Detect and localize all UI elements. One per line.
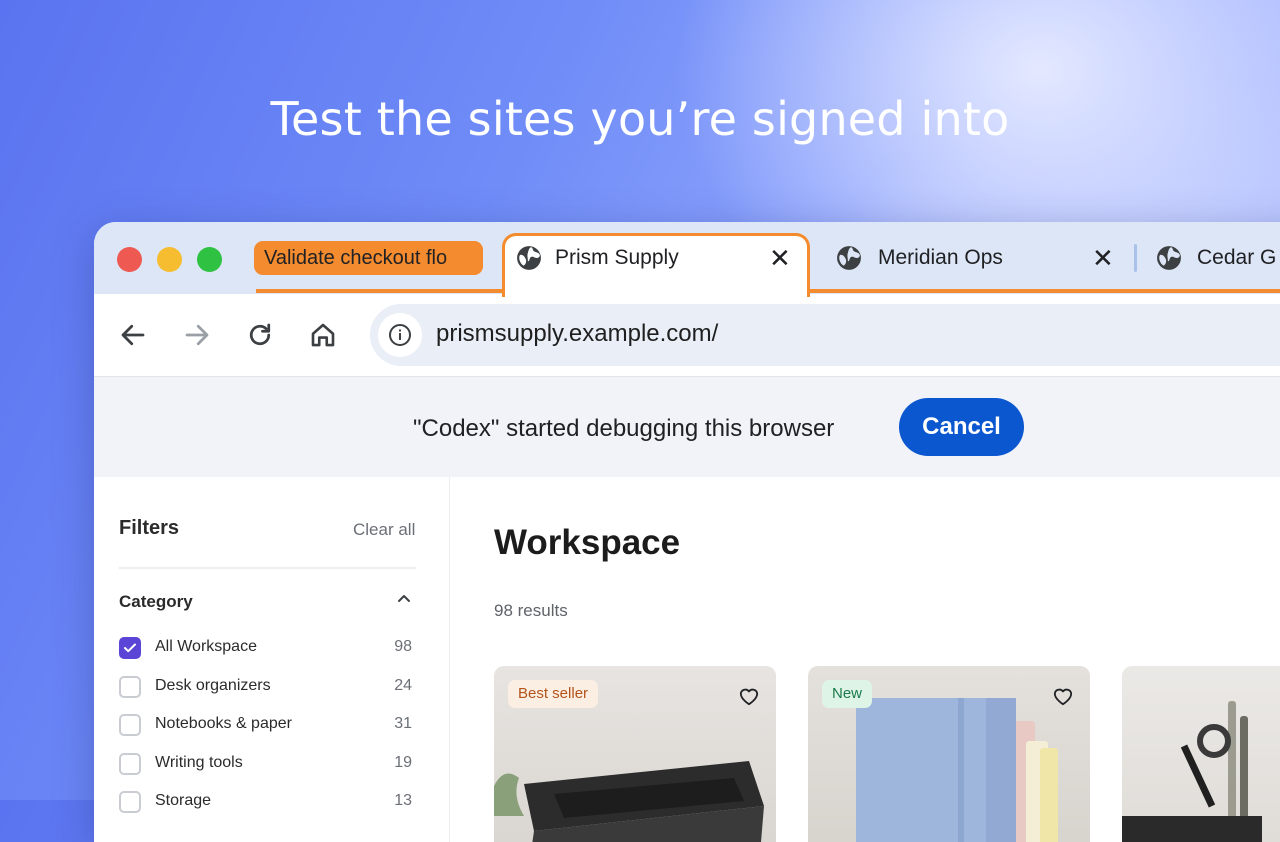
globe-icon bbox=[517, 246, 541, 270]
tab-title: Cedar G bbox=[1197, 246, 1277, 269]
category-title: Category bbox=[119, 592, 193, 611]
home-icon[interactable] bbox=[308, 320, 338, 350]
filter-label: All Workspace bbox=[155, 638, 257, 655]
checkbox[interactable] bbox=[119, 714, 141, 736]
filters-title: Filters bbox=[119, 517, 180, 539]
back-arrow-icon[interactable] bbox=[118, 320, 148, 350]
filter-count: 98 bbox=[394, 638, 412, 655]
filter-count: 24 bbox=[394, 677, 412, 694]
tab-strip: Validate checkout flo Prism Supply ✕ Mer… bbox=[94, 222, 1280, 297]
page-title: Workspace bbox=[494, 523, 681, 562]
filter-option[interactable]: Notebooks & paper 31 bbox=[119, 714, 416, 740]
info-icon bbox=[389, 324, 411, 346]
toolbar: prismsupply.example.com/ bbox=[94, 294, 1280, 376]
heart-icon[interactable] bbox=[1052, 686, 1074, 706]
debugging-infobar: "Codex" started debugging this browser C… bbox=[94, 376, 1280, 478]
filter-label: Writing tools bbox=[155, 754, 243, 771]
filter-count: 19 bbox=[394, 754, 412, 771]
product-listing: Workspace 98 results Best seller New bbox=[450, 477, 1280, 842]
chevron-up-icon[interactable] bbox=[394, 589, 414, 609]
filter-option[interactable]: Desk organizers 24 bbox=[119, 676, 416, 702]
product-card[interactable] bbox=[1122, 666, 1280, 842]
checkbox[interactable] bbox=[119, 676, 141, 698]
checkbox[interactable] bbox=[119, 791, 141, 813]
globe-icon bbox=[837, 246, 861, 270]
filter-option[interactable]: All Workspace 98 bbox=[119, 637, 416, 663]
filter-label: Desk organizers bbox=[155, 677, 271, 694]
cancel-button[interactable]: Cancel bbox=[899, 398, 1024, 456]
tab-close-button[interactable]: ✕ bbox=[1092, 244, 1114, 272]
minimize-window-button[interactable] bbox=[157, 247, 182, 272]
product-card[interactable]: New bbox=[808, 666, 1090, 842]
forward-arrow-icon[interactable] bbox=[182, 320, 212, 350]
tab-title: Meridian Ops bbox=[878, 246, 1003, 269]
product-card[interactable]: Best seller bbox=[494, 666, 776, 842]
tab-cedar[interactable]: Cedar G bbox=[1140, 233, 1280, 291]
globe-icon bbox=[1157, 246, 1181, 270]
filter-label: Notebooks & paper bbox=[155, 715, 292, 732]
maximize-window-button[interactable] bbox=[197, 247, 222, 272]
checkbox[interactable] bbox=[119, 753, 141, 775]
checkmark-icon bbox=[124, 643, 136, 653]
tab-separator bbox=[1134, 244, 1137, 272]
tab-close-button[interactable]: ✕ bbox=[769, 244, 791, 272]
new-badge: New bbox=[822, 680, 873, 708]
infobar-message: "Codex" started debugging this browser bbox=[413, 415, 835, 442]
filter-option[interactable]: Writing tools 19 bbox=[119, 753, 416, 779]
best-seller-badge: Best seller bbox=[508, 680, 599, 708]
reload-icon[interactable] bbox=[245, 320, 275, 350]
heart-icon[interactable] bbox=[738, 686, 760, 706]
headline: Test the sites you’re signed into bbox=[270, 92, 1010, 146]
url-text[interactable]: prismsupply.example.com/ bbox=[436, 320, 718, 348]
divider bbox=[119, 567, 416, 569]
filter-count: 31 bbox=[394, 715, 412, 732]
close-window-button[interactable] bbox=[117, 247, 142, 272]
filter-count: 13 bbox=[394, 792, 412, 809]
browser-window: Validate checkout flo Prism Supply ✕ Mer… bbox=[94, 222, 1280, 842]
filter-option[interactable]: Storage 13 bbox=[119, 791, 416, 817]
address-bar[interactable]: prismsupply.example.com/ bbox=[370, 304, 1280, 366]
site-info-button[interactable] bbox=[378, 313, 422, 357]
filter-label: Storage bbox=[155, 792, 212, 809]
page-content: Filters Clear all Category All Workspace… bbox=[94, 477, 1280, 842]
tab-meridian-ops[interactable]: Meridian Ops ✕ bbox=[819, 233, 1129, 291]
filters-sidebar: Filters Clear all Category All Workspace… bbox=[94, 477, 450, 842]
product-image bbox=[1122, 701, 1262, 842]
clear-all-link[interactable]: Clear all bbox=[353, 520, 415, 540]
checkbox[interactable] bbox=[119, 637, 141, 659]
tab-prism-supply[interactable]: Prism Supply ✕ bbox=[502, 233, 810, 297]
tab-title: Prism Supply bbox=[555, 246, 679, 269]
results-count: 98 results bbox=[494, 601, 568, 620]
tab-group-chip[interactable]: Validate checkout flo bbox=[254, 241, 483, 275]
